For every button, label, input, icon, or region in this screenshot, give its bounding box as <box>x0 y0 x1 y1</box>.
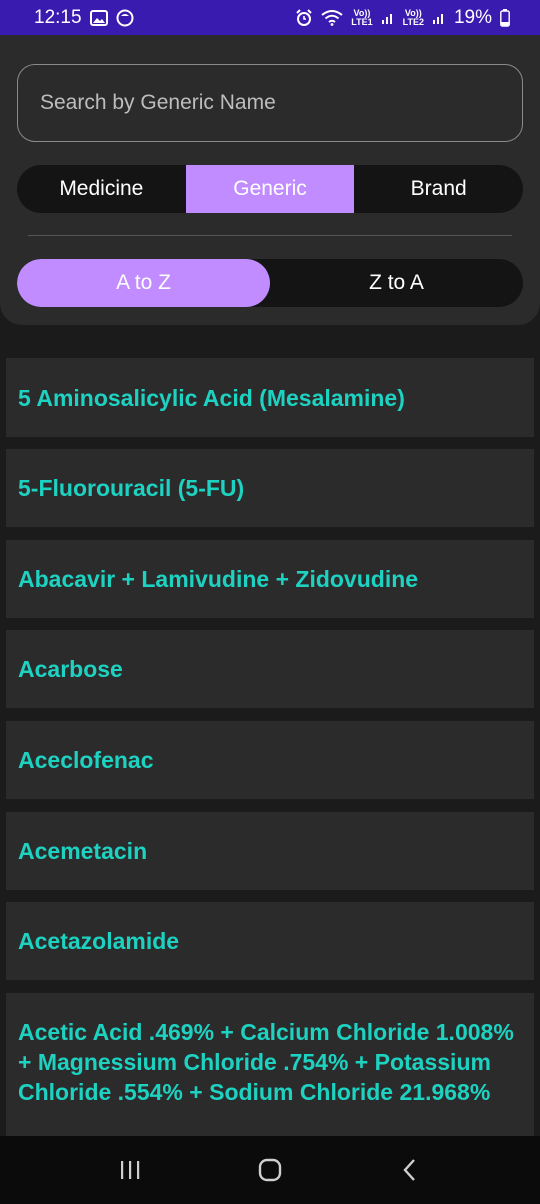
back-icon[interactable] <box>380 1145 440 1195</box>
generic-name: 5-Fluorouracil (5-FU) <box>18 475 245 501</box>
filter-panel: Search by Generic Name Medicine Generic … <box>0 35 540 325</box>
sort-tabs: A to Z Z to A <box>17 259 523 307</box>
divider <box>28 235 512 236</box>
list-item[interactable]: Acemetacin <box>6 812 534 890</box>
generic-name: Aceclofenac <box>18 747 154 773</box>
notification-face-icon <box>116 9 134 27</box>
status-bar: 12:15 Vo)) LTE1 Vo)) LTE2 19% <box>0 0 540 35</box>
list-item[interactable]: Abacavir + Lamivudine + Zidovudine <box>6 540 534 618</box>
sim2-label: Vo)) LTE2 <box>402 7 424 27</box>
battery-percent: 19% <box>453 6 492 28</box>
tab-medicine[interactable]: Medicine <box>17 165 186 213</box>
generic-name: Acetazolamide <box>18 928 180 954</box>
list-item[interactable]: 5-Fluorouracil (5-FU) <box>6 449 534 527</box>
tab-generic[interactable]: Generic <box>185 165 355 213</box>
wifi-icon <box>321 9 343 26</box>
home-icon[interactable] <box>240 1145 300 1195</box>
gallery-icon <box>89 9 108 26</box>
search-placeholder: Search by Generic Name <box>40 91 276 114</box>
search-input[interactable]: Search by Generic Name <box>17 64 523 142</box>
generic-name: Acemetacin <box>18 838 148 864</box>
generic-name: Acetic Acid .469% + Calcium Chloride 1.0… <box>18 1019 514 1105</box>
recents-icon[interactable] <box>100 1145 160 1195</box>
sort-z-to-a[interactable]: Z to A <box>270 259 523 307</box>
tab-brand[interactable]: Brand <box>354 165 523 213</box>
list-item[interactable]: Acetazolamide <box>6 902 534 980</box>
navigation-bar <box>0 1136 540 1204</box>
alarm-icon <box>295 8 313 27</box>
list-item[interactable]: Aceclofenac <box>6 721 534 799</box>
status-right: Vo)) LTE1 Vo)) LTE2 19% <box>295 7 510 29</box>
sim1-label: Vo)) LTE1 <box>351 7 373 27</box>
signal-icon <box>381 11 395 25</box>
list-item[interactable]: Acarbose <box>6 630 534 708</box>
category-tabs: Medicine Generic Brand <box>17 165 523 213</box>
generic-name: 5 Aminosalicylic Acid (Mesalamine) <box>18 384 405 411</box>
signal-icon <box>432 11 446 25</box>
generic-name: Abacavir + Lamivudine + Zidovudine <box>18 566 419 592</box>
status-left: 12:15 <box>34 7 134 29</box>
battery-icon <box>500 8 510 27</box>
status-time: 12:15 <box>34 6 82 28</box>
list-item[interactable]: Acetic Acid .469% + Calcium Chloride 1.0… <box>6 993 534 1136</box>
generic-name: Acarbose <box>18 656 123 682</box>
list-item[interactable]: 5 Aminosalicylic Acid (Mesalamine) <box>6 358 534 437</box>
sort-a-to-z[interactable]: A to Z <box>17 259 270 307</box>
